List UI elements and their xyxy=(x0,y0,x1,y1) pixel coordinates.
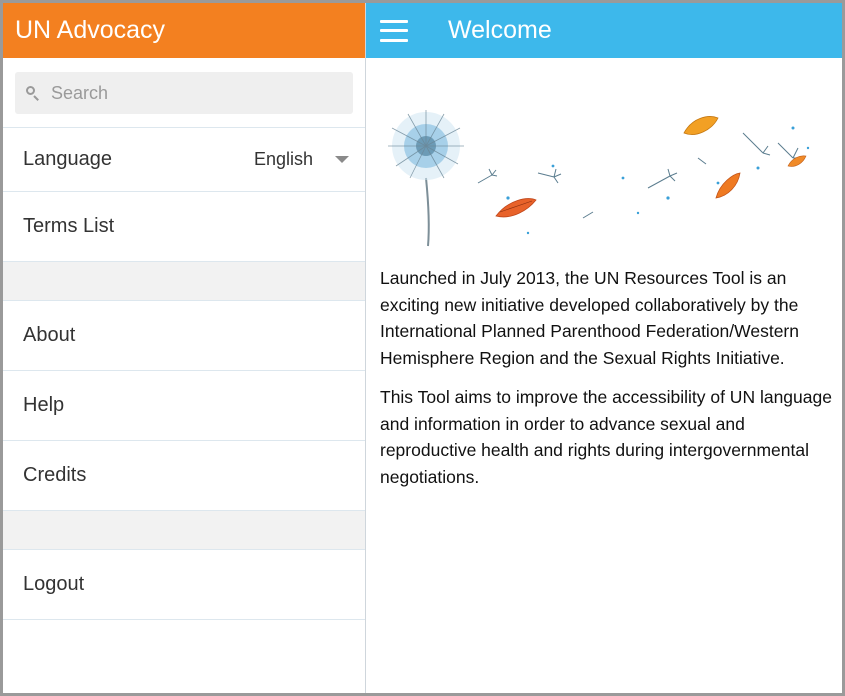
flecks-icon xyxy=(506,126,810,235)
app-frame: UN Advocacy Language English Terms List … xyxy=(0,0,845,696)
language-selector[interactable]: Language English xyxy=(3,128,365,192)
search-input[interactable] xyxy=(51,82,331,104)
search-icon xyxy=(25,85,41,101)
sidebar-header: UN Advocacy xyxy=(3,3,365,58)
section-divider xyxy=(3,511,365,550)
language-label: Language xyxy=(23,148,112,170)
banner-illustration xyxy=(388,110,810,247)
sidebar-item-credits[interactable]: Credits xyxy=(3,441,365,511)
sidebar-item-help[interactable]: Help xyxy=(3,371,365,441)
sidebar-item-label: Logout xyxy=(23,573,85,595)
sidebar-item-about[interactable]: About xyxy=(3,301,365,371)
language-dropdown[interactable]: English xyxy=(254,149,349,170)
app-title: UN Advocacy xyxy=(15,16,166,44)
leaves-icon xyxy=(495,116,807,218)
section-divider xyxy=(3,262,365,301)
search-box[interactable] xyxy=(15,72,353,114)
search-container xyxy=(3,58,365,128)
sidebar-item-terms-list[interactable]: Terms List xyxy=(3,192,365,262)
language-value: English xyxy=(253,149,313,169)
sidebar-item-label: Credits xyxy=(23,464,87,486)
sidebar-item-label: About xyxy=(23,324,76,346)
sidebar-item-label: Help xyxy=(23,394,65,416)
hamburger-icon[interactable] xyxy=(380,19,408,42)
chevron-down-icon xyxy=(335,156,349,163)
intro-paragraph: This Tool aims to improve the accessibil… xyxy=(380,387,832,487)
sidebar-item-logout[interactable]: Logout xyxy=(3,550,365,620)
sidebar-item-label: Terms List xyxy=(23,215,115,237)
main-panel: Welcome Launched in July 2013, the UN Re… xyxy=(366,3,842,693)
dandelion-icon xyxy=(388,110,464,180)
intro-content: Launched in July 2013, the UN Resources … xyxy=(380,265,835,503)
main-header: Welcome xyxy=(366,3,842,58)
intro-paragraph: Launched in July 2013, the UN Resources … xyxy=(380,268,799,368)
sidebar: UN Advocacy Language English Terms List … xyxy=(3,3,366,693)
page-title: Welcome xyxy=(448,16,552,44)
